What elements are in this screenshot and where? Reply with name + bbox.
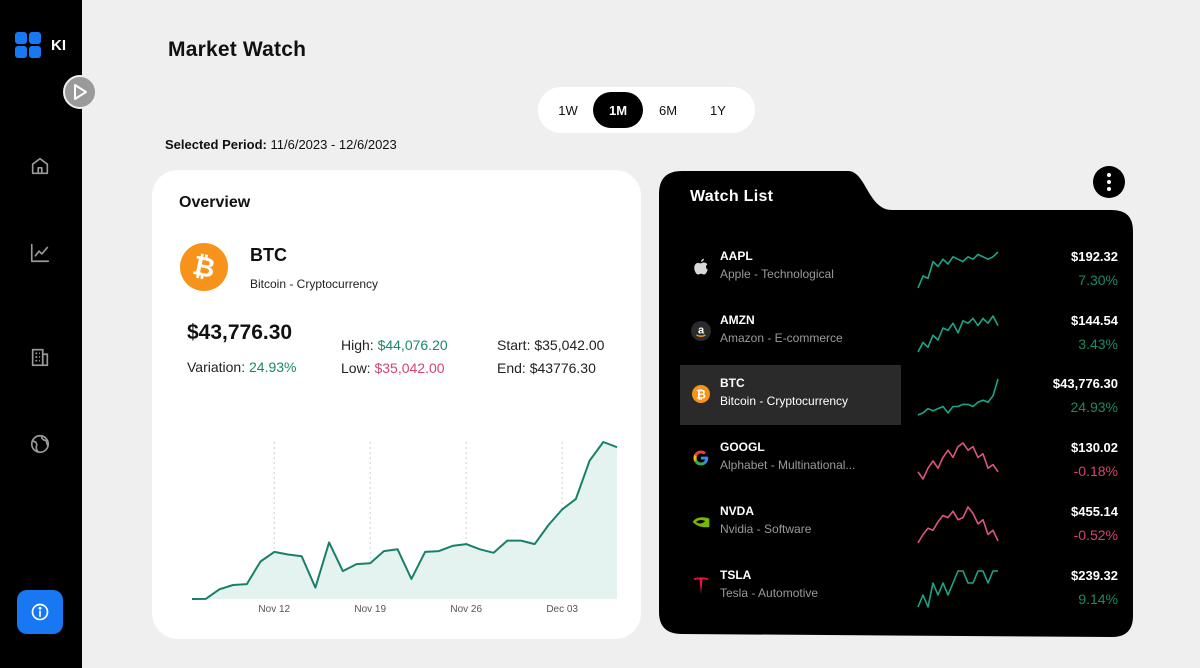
watchlist-name: Apple - Technological xyxy=(720,267,834,281)
watchlist-change: -0.52% xyxy=(1073,527,1118,543)
sparkline-path xyxy=(917,378,999,416)
sparkline xyxy=(917,442,999,480)
watchlist-change: 24.93% xyxy=(1070,399,1118,415)
watchlist-price: $239.32 xyxy=(1071,568,1118,583)
watchlist-row-aapl[interactable]: AAPL Apple - Technological $192.32 7.30% xyxy=(680,238,1118,298)
bitcoin-icon: ₿ xyxy=(691,384,711,404)
watchlist-price: $43,776.30 xyxy=(1052,376,1118,391)
watchlist-price: $455.14 xyxy=(1071,504,1118,519)
sparkline xyxy=(917,315,999,353)
watchlist-change: 7.30% xyxy=(1078,272,1118,288)
svg-text:a: a xyxy=(698,325,705,337)
watchlist-row-tsla[interactable]: TSLA Tesla - Automotive $239.32 9.14% xyxy=(680,557,1118,617)
play-icon xyxy=(74,84,87,100)
apple-icon xyxy=(691,257,711,277)
watchlist-name: Tesla - Automotive xyxy=(720,586,819,600)
sparkline-path xyxy=(917,506,999,544)
watchlist-symbol: TSLA xyxy=(720,568,752,582)
watchlist-name: Bitcoin - Cryptocurrency xyxy=(720,394,849,408)
watchlist-name: Alphabet - Multinational... xyxy=(720,458,856,472)
watchlist-row-googl[interactable]: GOOGL Alphabet - Multinational... $130.02 -… xyxy=(680,429,1118,489)
watchlist-name: Amazon - E-commerce xyxy=(720,331,843,345)
watchlist-price: $192.32 xyxy=(1071,249,1118,264)
watchlist-name: Nvidia - Software xyxy=(720,522,812,536)
nvidia-icon xyxy=(691,512,711,532)
watchlist-change: 3.43% xyxy=(1078,336,1118,352)
sparkline-path xyxy=(917,251,999,289)
watchlist-change: -0.18% xyxy=(1073,463,1118,479)
sparkline-path xyxy=(917,442,999,480)
watchlist-title: Watch List xyxy=(690,188,774,205)
watchlist-row-nvda[interactable]: NVDA Nvidia - Software $455.14 -0.52% xyxy=(680,493,1118,553)
tesla-icon xyxy=(691,576,711,596)
sparkline xyxy=(917,378,999,416)
watchlist-row-btc[interactable]: ₿ BTC Bitcoin - Cryptocurrency $43,776.30 24… xyxy=(680,365,1118,425)
svg-text:₿: ₿ xyxy=(696,388,706,402)
watchlist-price: $144.54 xyxy=(1071,313,1118,328)
watchlist-price: $130.02 xyxy=(1071,440,1118,455)
watchlist-change: 9.14% xyxy=(1078,591,1118,607)
sparkline xyxy=(917,506,999,544)
more-options-button[interactable] xyxy=(1093,166,1125,198)
sparkline xyxy=(917,251,999,289)
google-icon xyxy=(691,448,711,468)
amazon-icon: a xyxy=(691,321,711,341)
sparkline-path xyxy=(917,570,998,608)
watchlist-symbol: AMZN xyxy=(720,313,755,327)
sparkline-path xyxy=(917,315,999,353)
watchlist-symbol: GOOGL xyxy=(720,440,765,454)
sparkline xyxy=(917,570,998,608)
expand-sidebar-button[interactable] xyxy=(63,75,97,109)
watchlist-row-amzn[interactable]: a AMZN Amazon - E-commerce $144.54 3.43% xyxy=(680,302,1118,362)
watchlist-symbol: AAPL xyxy=(720,249,753,263)
watchlist-symbol: BTC xyxy=(720,376,745,390)
watchlist-symbol: NVDA xyxy=(720,504,755,518)
